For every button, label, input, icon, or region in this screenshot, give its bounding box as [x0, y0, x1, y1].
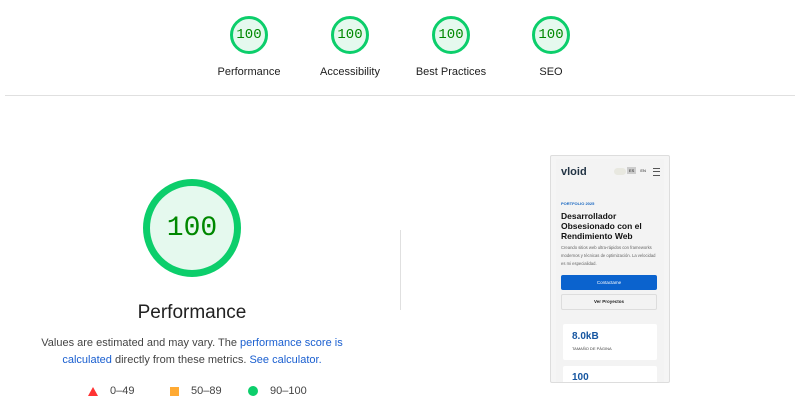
desc-text: Values are estimated and may vary. The — [41, 337, 240, 349]
final-screenshot[interactable]: vloid ES EN PORTFOLIO 2025 Desarrollador … — [550, 155, 670, 383]
legend-average: 50–89 — [191, 385, 222, 397]
header-divider — [5, 95, 795, 96]
performance-score: 100 — [166, 212, 218, 244]
performance-description: Values are estimated and may vary. The p… — [22, 335, 362, 369]
lang-switch: ES EN — [627, 167, 648, 174]
fail-icon — [88, 387, 98, 396]
stat-label: TAMAÑO DE PÁGINA — [572, 346, 612, 351]
eyebrow: PORTFOLIO 2025 — [561, 201, 595, 206]
score-gauge: 100 — [230, 16, 268, 54]
site-logo: vloid — [561, 166, 587, 178]
lang-es: ES — [627, 167, 637, 174]
category-seo[interactable]: 100 SEO — [491, 16, 611, 78]
vertical-divider — [400, 230, 401, 310]
stat-card: 100 — [563, 366, 657, 383]
lang-en: EN — [640, 168, 646, 173]
performance-gauge: 100 — [143, 179, 241, 277]
legend-fail: 0–49 — [110, 385, 135, 397]
see-calculator-link[interactable]: See calculator. — [249, 354, 321, 366]
score-value: 100 — [538, 27, 564, 43]
performance-title: Performance — [137, 302, 247, 323]
theme-toggle — [614, 168, 626, 175]
stat-card: 8.0kB TAMAÑO DE PÁGINA — [563, 324, 657, 360]
stat-value: 8.0kB — [572, 331, 599, 342]
average-icon — [170, 387, 179, 396]
category-label: SEO — [539, 66, 563, 78]
score-value: 100 — [337, 27, 363, 43]
score-gauge: 100 — [432, 16, 470, 54]
score-gauge: 100 — [331, 16, 369, 54]
stat-value: 100 — [572, 372, 589, 383]
legend-pass: 90–100 — [270, 385, 307, 397]
score-gauge: 100 — [532, 16, 570, 54]
desc-text: directly from these metrics. — [111, 354, 250, 366]
menu-icon — [653, 168, 660, 176]
score-value: 100 — [236, 27, 262, 43]
score-legend: 0–49 50–89 90–100 — [88, 385, 307, 397]
contact-button: Contactame — [561, 275, 657, 290]
projects-button: Ver Proyectos — [561, 294, 657, 310]
score-value: 100 — [438, 27, 464, 43]
pass-icon — [248, 386, 258, 396]
hero-heading: Desarrollador Obsesionado con el Rendimi… — [561, 211, 642, 241]
hero-body: Creando sitios web ultra-rápidos con fra… — [561, 245, 656, 266]
